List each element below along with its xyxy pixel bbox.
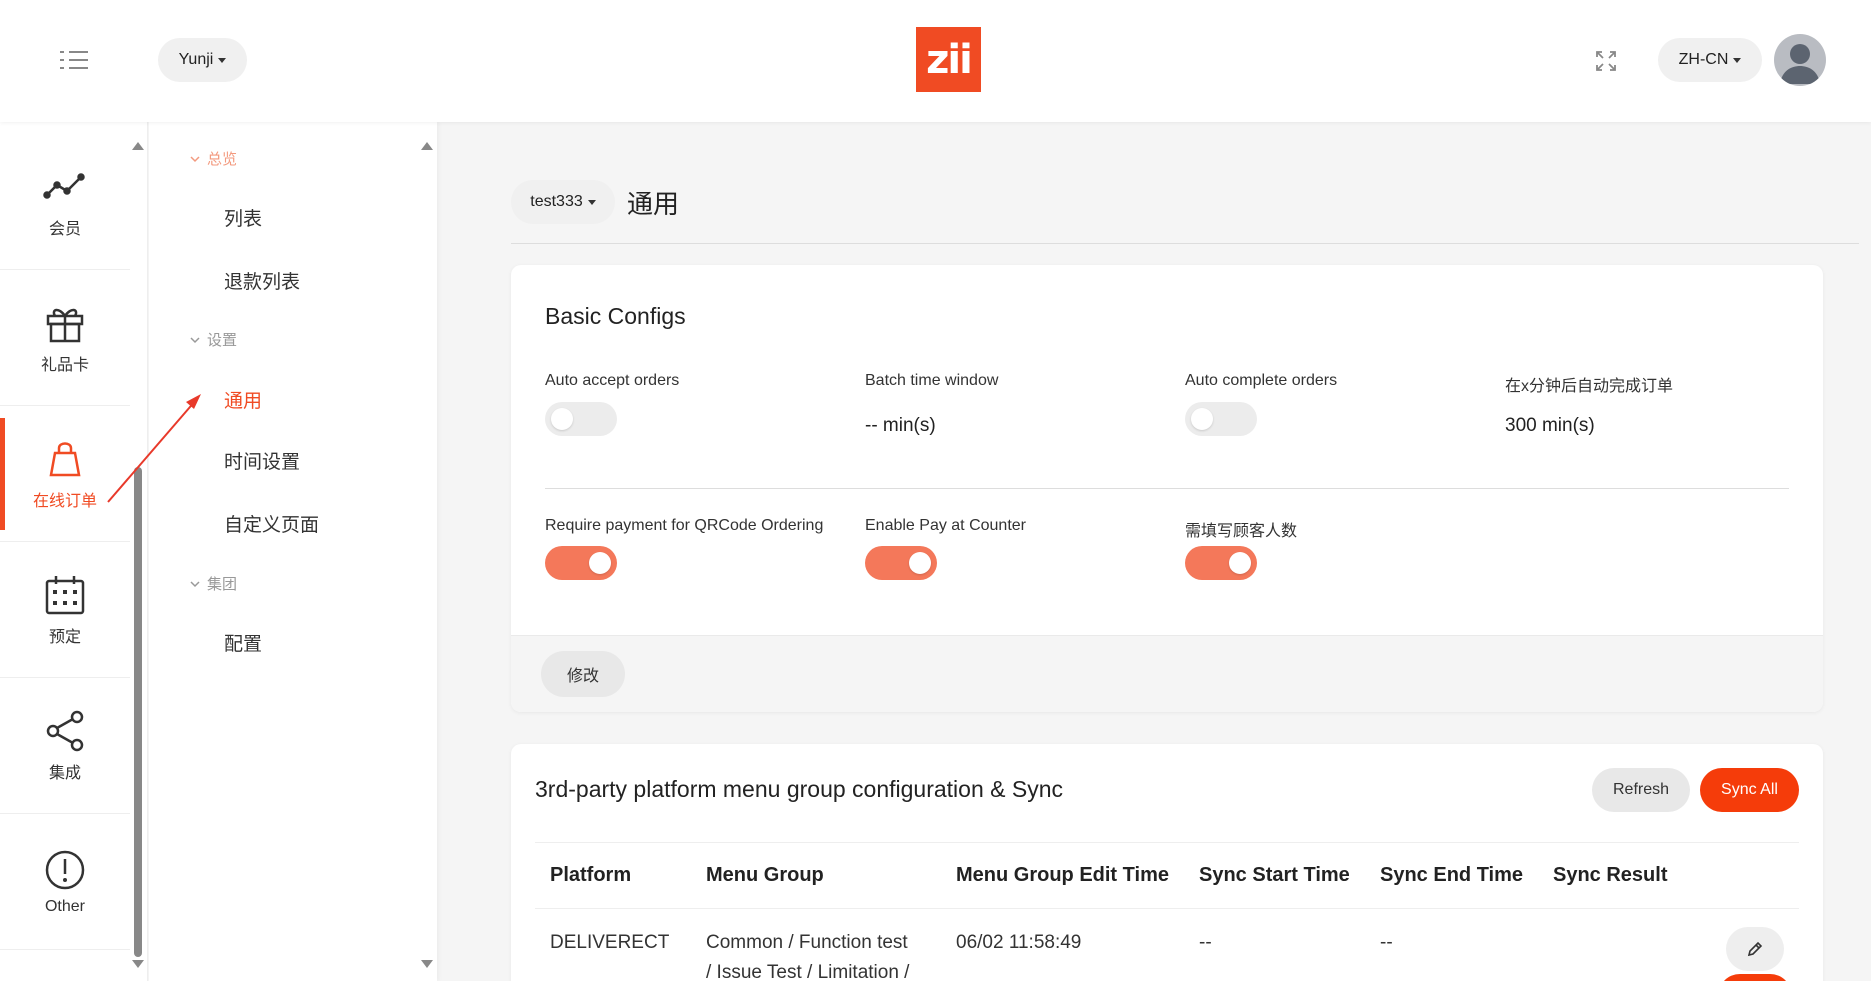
require-payment-qrcode-toggle[interactable] [545, 546, 617, 580]
sync-all-button[interactable]: Sync All [1700, 768, 1799, 812]
submenu-item-list[interactable]: 列表 [224, 204, 262, 231]
caret-down-icon [587, 199, 596, 205]
table-divider [535, 908, 1799, 909]
field-label: Require payment for QRCode Ordering [545, 517, 824, 534]
sidebar-scrollbar-thumb[interactable] [134, 467, 142, 957]
sidebar-item-label: Other [44, 897, 85, 915]
share-icon [46, 710, 84, 751]
column-header: Platform [550, 864, 632, 886]
chevron-down-icon [190, 580, 200, 587]
auto-accept-orders-toggle[interactable] [545, 402, 617, 436]
submenu-item-general[interactable]: 通用 [224, 386, 262, 413]
divider [545, 488, 1789, 489]
store-selector-label: Yunji [178, 51, 214, 68]
caret-down-icon [1733, 57, 1742, 63]
column-header: Menu Group [706, 864, 824, 886]
caret-down-icon [218, 57, 227, 63]
page-header: test333 通用 [511, 180, 1859, 244]
submenu-group-overview[interactable]: 总览 [189, 148, 237, 169]
column-header: Sync Result [1553, 864, 1668, 886]
menu-group-cell-line2: / Issue Test / Limitation / [706, 962, 910, 981]
field-label: Enable Pay at Counter [865, 517, 1026, 534]
calendar-icon [45, 575, 85, 614]
column-header: Menu Group Edit Time [956, 864, 1169, 886]
sidebar-item-giftcard[interactable]: 礼品卡 [0, 270, 130, 406]
row-sync-button[interactable] [1718, 974, 1792, 981]
language-selector-label: ZH-CN [1678, 51, 1729, 68]
main-sidebar: 会员 礼品卡 在线订单 预定 集成 Other [0, 122, 148, 981]
zii-logo: zii [916, 27, 981, 92]
submenu-group-group[interactable]: 集团 [189, 573, 237, 594]
sidebar-item-reservation[interactable]: 预定 [0, 542, 130, 678]
field-label: Auto accept orders [545, 372, 680, 389]
logo-text: zii [926, 36, 973, 83]
require-guest-count-toggle[interactable] [1185, 546, 1257, 580]
sidebar-item-label: 集成 [48, 764, 81, 782]
sidebar-item-label: 在线订单 [32, 492, 97, 510]
column-header: Sync Start Time [1199, 864, 1350, 886]
scroll-down-arrow[interactable] [421, 960, 433, 968]
menu-group-cell-line1: Common / Function test [706, 932, 908, 953]
exclamation-circle-icon [45, 850, 85, 889]
basic-configs-card: Basic Configs Auto accept orders Batch t… [511, 265, 1823, 712]
sync-start-cell: -- [1199, 932, 1212, 953]
submenu-group-label: 总览 [207, 151, 238, 168]
field-label: Auto complete orders [1185, 372, 1338, 389]
page-title: 通用 [627, 189, 680, 219]
submenu-group-label: 设置 [207, 332, 238, 349]
fullscreen-icon[interactable] [1594, 49, 1618, 73]
pay-at-counter-toggle[interactable] [865, 546, 937, 580]
store-selector[interactable]: Yunji [158, 38, 247, 82]
submenu-item-custom-page[interactable]: 自定义页面 [224, 510, 319, 537]
chevron-down-icon [190, 155, 200, 162]
sidebar-item-label: 预定 [48, 628, 81, 646]
column-header: Sync End Time [1380, 864, 1524, 886]
refresh-button[interactable]: Refresh [1592, 768, 1690, 812]
menu-sync-card: 3rd-party platform menu group configurat… [511, 744, 1823, 981]
sidebar-item-label: 礼品卡 [40, 356, 89, 374]
sidebar-item-label: 会员 [48, 220, 81, 238]
field-label: 需填写顾客人数 [1185, 523, 1298, 540]
scroll-down-arrow[interactable] [132, 960, 144, 968]
row-edit-button[interactable] [1726, 927, 1784, 971]
platform-cell: DELIVERECT [550, 932, 670, 953]
sync-end-cell: -- [1380, 932, 1393, 953]
shopping-bag-icon [49, 441, 81, 476]
card-title: Basic Configs [545, 303, 686, 329]
table-divider [535, 842, 1799, 843]
scroll-up-arrow[interactable] [132, 142, 144, 150]
auto-complete-orders-toggle[interactable] [1185, 402, 1257, 436]
field-label: Batch time window [865, 372, 999, 389]
submenu-item-refund-list[interactable]: 退款列表 [224, 267, 300, 294]
edit-time-cell: 06/02 11:58:49 [956, 932, 1082, 953]
card-title: 3rd-party platform menu group configurat… [535, 776, 1063, 802]
gift-icon [46, 308, 84, 342]
menu-toggle-icon[interactable] [60, 50, 88, 70]
submenu-group-label: 集团 [207, 576, 238, 593]
sub-menu: 总览 列表 退款列表 设置 通用 时间设置 自定义页面 集团 配置 [149, 122, 437, 981]
sidebar-item-members[interactable]: 会员 [0, 134, 130, 270]
edit-button[interactable]: 修改 [541, 651, 625, 697]
trend-line-icon [43, 172, 85, 199]
avatar-icon[interactable] [1774, 34, 1826, 86]
card-footer: 修改 [511, 635, 1823, 712]
scroll-up-arrow[interactable] [421, 142, 433, 150]
batch-time-window-value: -- min(s) [865, 415, 936, 436]
field-label: 在x分钟后自动完成订单 [1505, 378, 1674, 395]
submenu-item-config[interactable]: 配置 [224, 629, 262, 656]
pencil-icon [1747, 941, 1763, 957]
top-header: Yunji zii ZH-CN [0, 0, 1871, 122]
language-selector[interactable]: ZH-CN [1658, 38, 1762, 82]
submenu-item-time-settings[interactable]: 时间设置 [224, 447, 300, 474]
sidebar-item-other[interactable]: Other [0, 814, 130, 950]
branch-selector-label: test333 [530, 193, 583, 210]
sidebar-item-online-orders[interactable]: 在线订单 [0, 406, 130, 542]
sidebar-item-integration[interactable]: 集成 [0, 678, 130, 814]
auto-complete-minutes-value: 300 min(s) [1505, 415, 1595, 436]
branch-selector[interactable]: test333 [511, 180, 615, 224]
chevron-down-icon [190, 336, 200, 343]
submenu-group-settings[interactable]: 设置 [189, 329, 237, 350]
